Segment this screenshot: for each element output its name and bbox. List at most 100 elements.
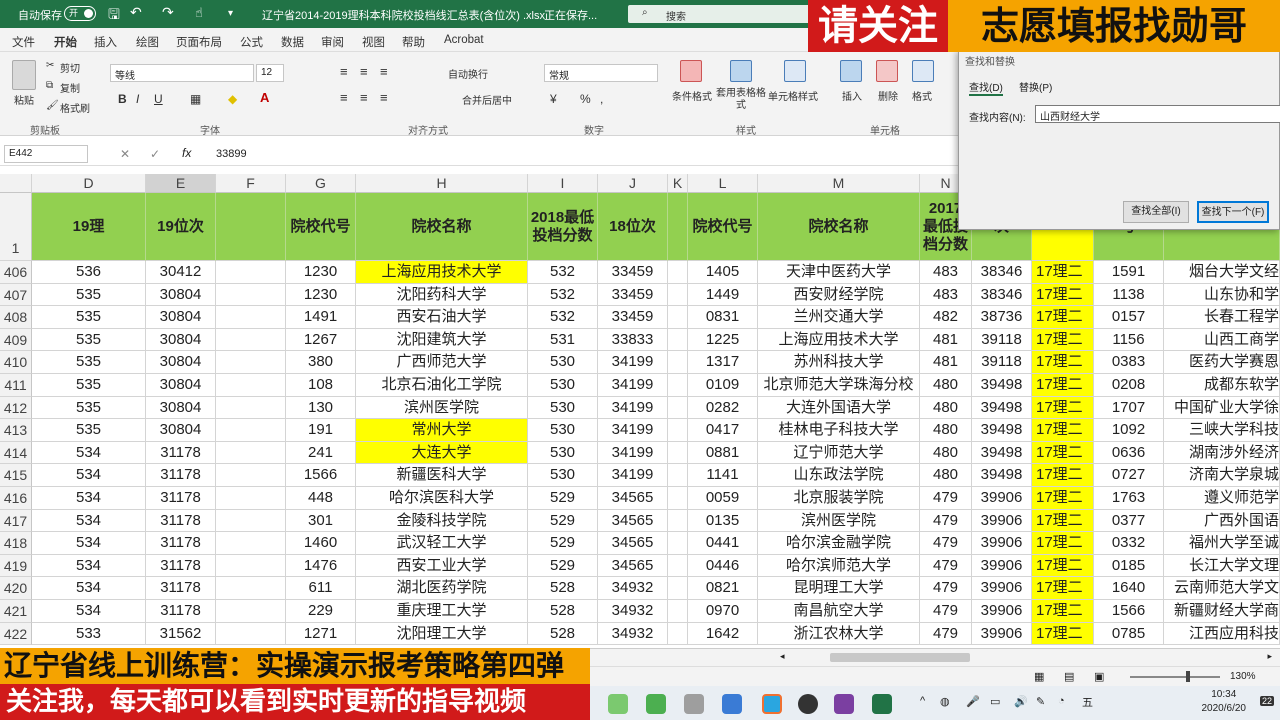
cell-J[interactable]: 34199 <box>598 464 668 487</box>
row-header[interactable]: 418 <box>0 532 32 555</box>
cell-N[interactable]: 479 <box>920 487 972 510</box>
cell-I[interactable]: 529 <box>528 554 598 578</box>
undo-icon[interactable]: ↶ <box>130 4 142 21</box>
cell-L[interactable]: 0059 <box>688 487 758 510</box>
scroll-right-icon[interactable]: ▸ <box>1267 651 1272 662</box>
page-layout-view-icon[interactable]: ▤ <box>1064 670 1074 683</box>
conditional-format-button[interactable]: 条件格式 <box>672 88 712 103</box>
column-header-F[interactable]: F <box>216 174 286 193</box>
cell-Q[interactable]: 1092 <box>1094 419 1164 442</box>
cell-O[interactable]: 39498 <box>972 464 1032 487</box>
cell-D[interactable]: 535 <box>32 283 146 307</box>
cell-H[interactable]: 沈阳理工大学 <box>356 622 528 646</box>
cell-R[interactable]: 成都东软学 <box>1164 374 1280 397</box>
cell-L[interactable]: 1141 <box>688 464 758 487</box>
delete-cells-button[interactable]: 删除 <box>878 88 898 103</box>
cell-D[interactable]: 534 <box>32 600 146 623</box>
cell-R[interactable]: 山东协和学 <box>1164 283 1280 307</box>
cell-F[interactable] <box>216 600 286 623</box>
cell-O[interactable]: 39906 <box>972 600 1032 623</box>
insert-cells-icon[interactable] <box>840 60 862 82</box>
cell-Q[interactable]: 1566 <box>1094 600 1164 623</box>
cell-N[interactable]: 479 <box>920 554 972 578</box>
cell-M[interactable]: 哈尔滨金融学院 <box>758 532 920 555</box>
insert-cells-button[interactable]: 插入 <box>842 88 862 103</box>
row-header[interactable]: 416 <box>0 487 32 510</box>
align-left-icon[interactable]: ≡ <box>340 90 348 105</box>
cell-F[interactable] <box>216 487 286 510</box>
cell-P[interactable]: 17理二 <box>1032 306 1094 329</box>
row-header[interactable]: 408 <box>0 306 32 329</box>
currency-icon[interactable]: ¥ <box>550 92 557 106</box>
cell-F[interactable] <box>216 419 286 442</box>
cell-H[interactable]: 新疆医科大学 <box>356 464 528 487</box>
cell-J[interactable]: 34565 <box>598 487 668 510</box>
confirm-formula-icon[interactable]: ✓ <box>150 147 160 161</box>
wrap-text-button[interactable]: 自动换行 <box>448 66 488 81</box>
cell-O[interactable]: 39906 <box>972 509 1032 533</box>
cell-K[interactable] <box>668 283 688 307</box>
cell-M[interactable]: 西安财经学院 <box>758 283 920 307</box>
cell-K[interactable] <box>668 464 688 487</box>
format-cells-button[interactable]: 格式 <box>912 88 932 103</box>
cell-I[interactable]: 532 <box>528 261 598 284</box>
header-cell-E[interactable]: 19位次 <box>146 193 216 261</box>
column-header-M[interactable]: M <box>758 174 920 193</box>
copy-button[interactable]: 复制 <box>60 80 80 95</box>
column-header-E[interactable]: E <box>146 174 216 193</box>
column-header-J[interactable]: J <box>598 174 668 193</box>
cell-P[interactable]: 17理二 <box>1032 351 1094 374</box>
cell-D[interactable]: 534 <box>32 464 146 487</box>
align-center-icon[interactable]: ≡ <box>360 90 368 105</box>
recorder-icon[interactable] <box>762 694 782 714</box>
cell-F[interactable] <box>216 577 286 600</box>
cell-M[interactable]: 北京师范大学珠海分校 <box>758 374 920 397</box>
cell-K[interactable] <box>668 487 688 510</box>
cell-O[interactable]: 39906 <box>972 622 1032 646</box>
cell-N[interactable]: 479 <box>920 622 972 646</box>
header-cell-D[interactable]: 19理 <box>32 193 146 261</box>
cell-H[interactable]: 常州大学 <box>356 419 528 442</box>
cell-F[interactable] <box>216 441 286 465</box>
cell-I[interactable]: 530 <box>528 396 598 420</box>
cell-O[interactable]: 38346 <box>972 261 1032 284</box>
cell-N[interactable]: 483 <box>920 261 972 284</box>
cell-R[interactable]: 烟台大学文经 <box>1164 261 1280 284</box>
cell-H[interactable]: 北京石油化工学院 <box>356 374 528 397</box>
cell-D[interactable]: 535 <box>32 419 146 442</box>
cell-H[interactable]: 大连大学 <box>356 441 528 465</box>
cell-L[interactable]: 0831 <box>688 306 758 329</box>
comma-icon[interactable]: , <box>600 92 603 106</box>
cell-H[interactable]: 沈阳药科大学 <box>356 283 528 307</box>
scroll-left-icon[interactable]: ◂ <box>780 651 785 662</box>
cell-P[interactable]: 17理二 <box>1032 283 1094 307</box>
cell-K[interactable] <box>668 554 688 578</box>
find-input[interactable]: 山西财经大学 <box>1035 105 1280 123</box>
header-cell-F[interactable] <box>216 193 286 261</box>
select-all-corner[interactable] <box>0 174 32 193</box>
row-header[interactable]: 410 <box>0 351 32 374</box>
cut-icon[interactable]: ✂ <box>46 60 54 71</box>
cell-D[interactable]: 535 <box>32 396 146 420</box>
cell-D[interactable]: 534 <box>32 577 146 600</box>
tab-home[interactable]: 开始 <box>54 34 77 54</box>
cell-H[interactable]: 广西师范大学 <box>356 351 528 374</box>
ime-indicator[interactable]: 五 <box>1082 694 1093 710</box>
browser-icon[interactable] <box>722 694 742 714</box>
delete-cells-icon[interactable] <box>876 60 898 82</box>
cell-E[interactable]: 31178 <box>146 577 216 600</box>
cell-L[interactable]: 1642 <box>688 622 758 646</box>
tab-page-layout[interactable]: 页面布局 <box>176 34 222 50</box>
zoom-slider[interactable] <box>1130 676 1220 678</box>
cell-J[interactable]: 33459 <box>598 306 668 329</box>
cell-Q[interactable]: 0208 <box>1094 374 1164 397</box>
cell-M[interactable]: 大连外国语大学 <box>758 396 920 420</box>
pen-icon[interactable]: ✎ <box>1036 695 1045 708</box>
format-cells-icon[interactable] <box>912 60 934 82</box>
cell-M[interactable]: 兰州交通大学 <box>758 306 920 329</box>
cell-O[interactable]: 39498 <box>972 396 1032 420</box>
number-format-select[interactable]: 常规 <box>544 64 658 82</box>
cell-G[interactable]: 191 <box>286 419 356 442</box>
cell-E[interactable]: 31178 <box>146 464 216 487</box>
cell-J[interactable]: 34932 <box>598 600 668 623</box>
